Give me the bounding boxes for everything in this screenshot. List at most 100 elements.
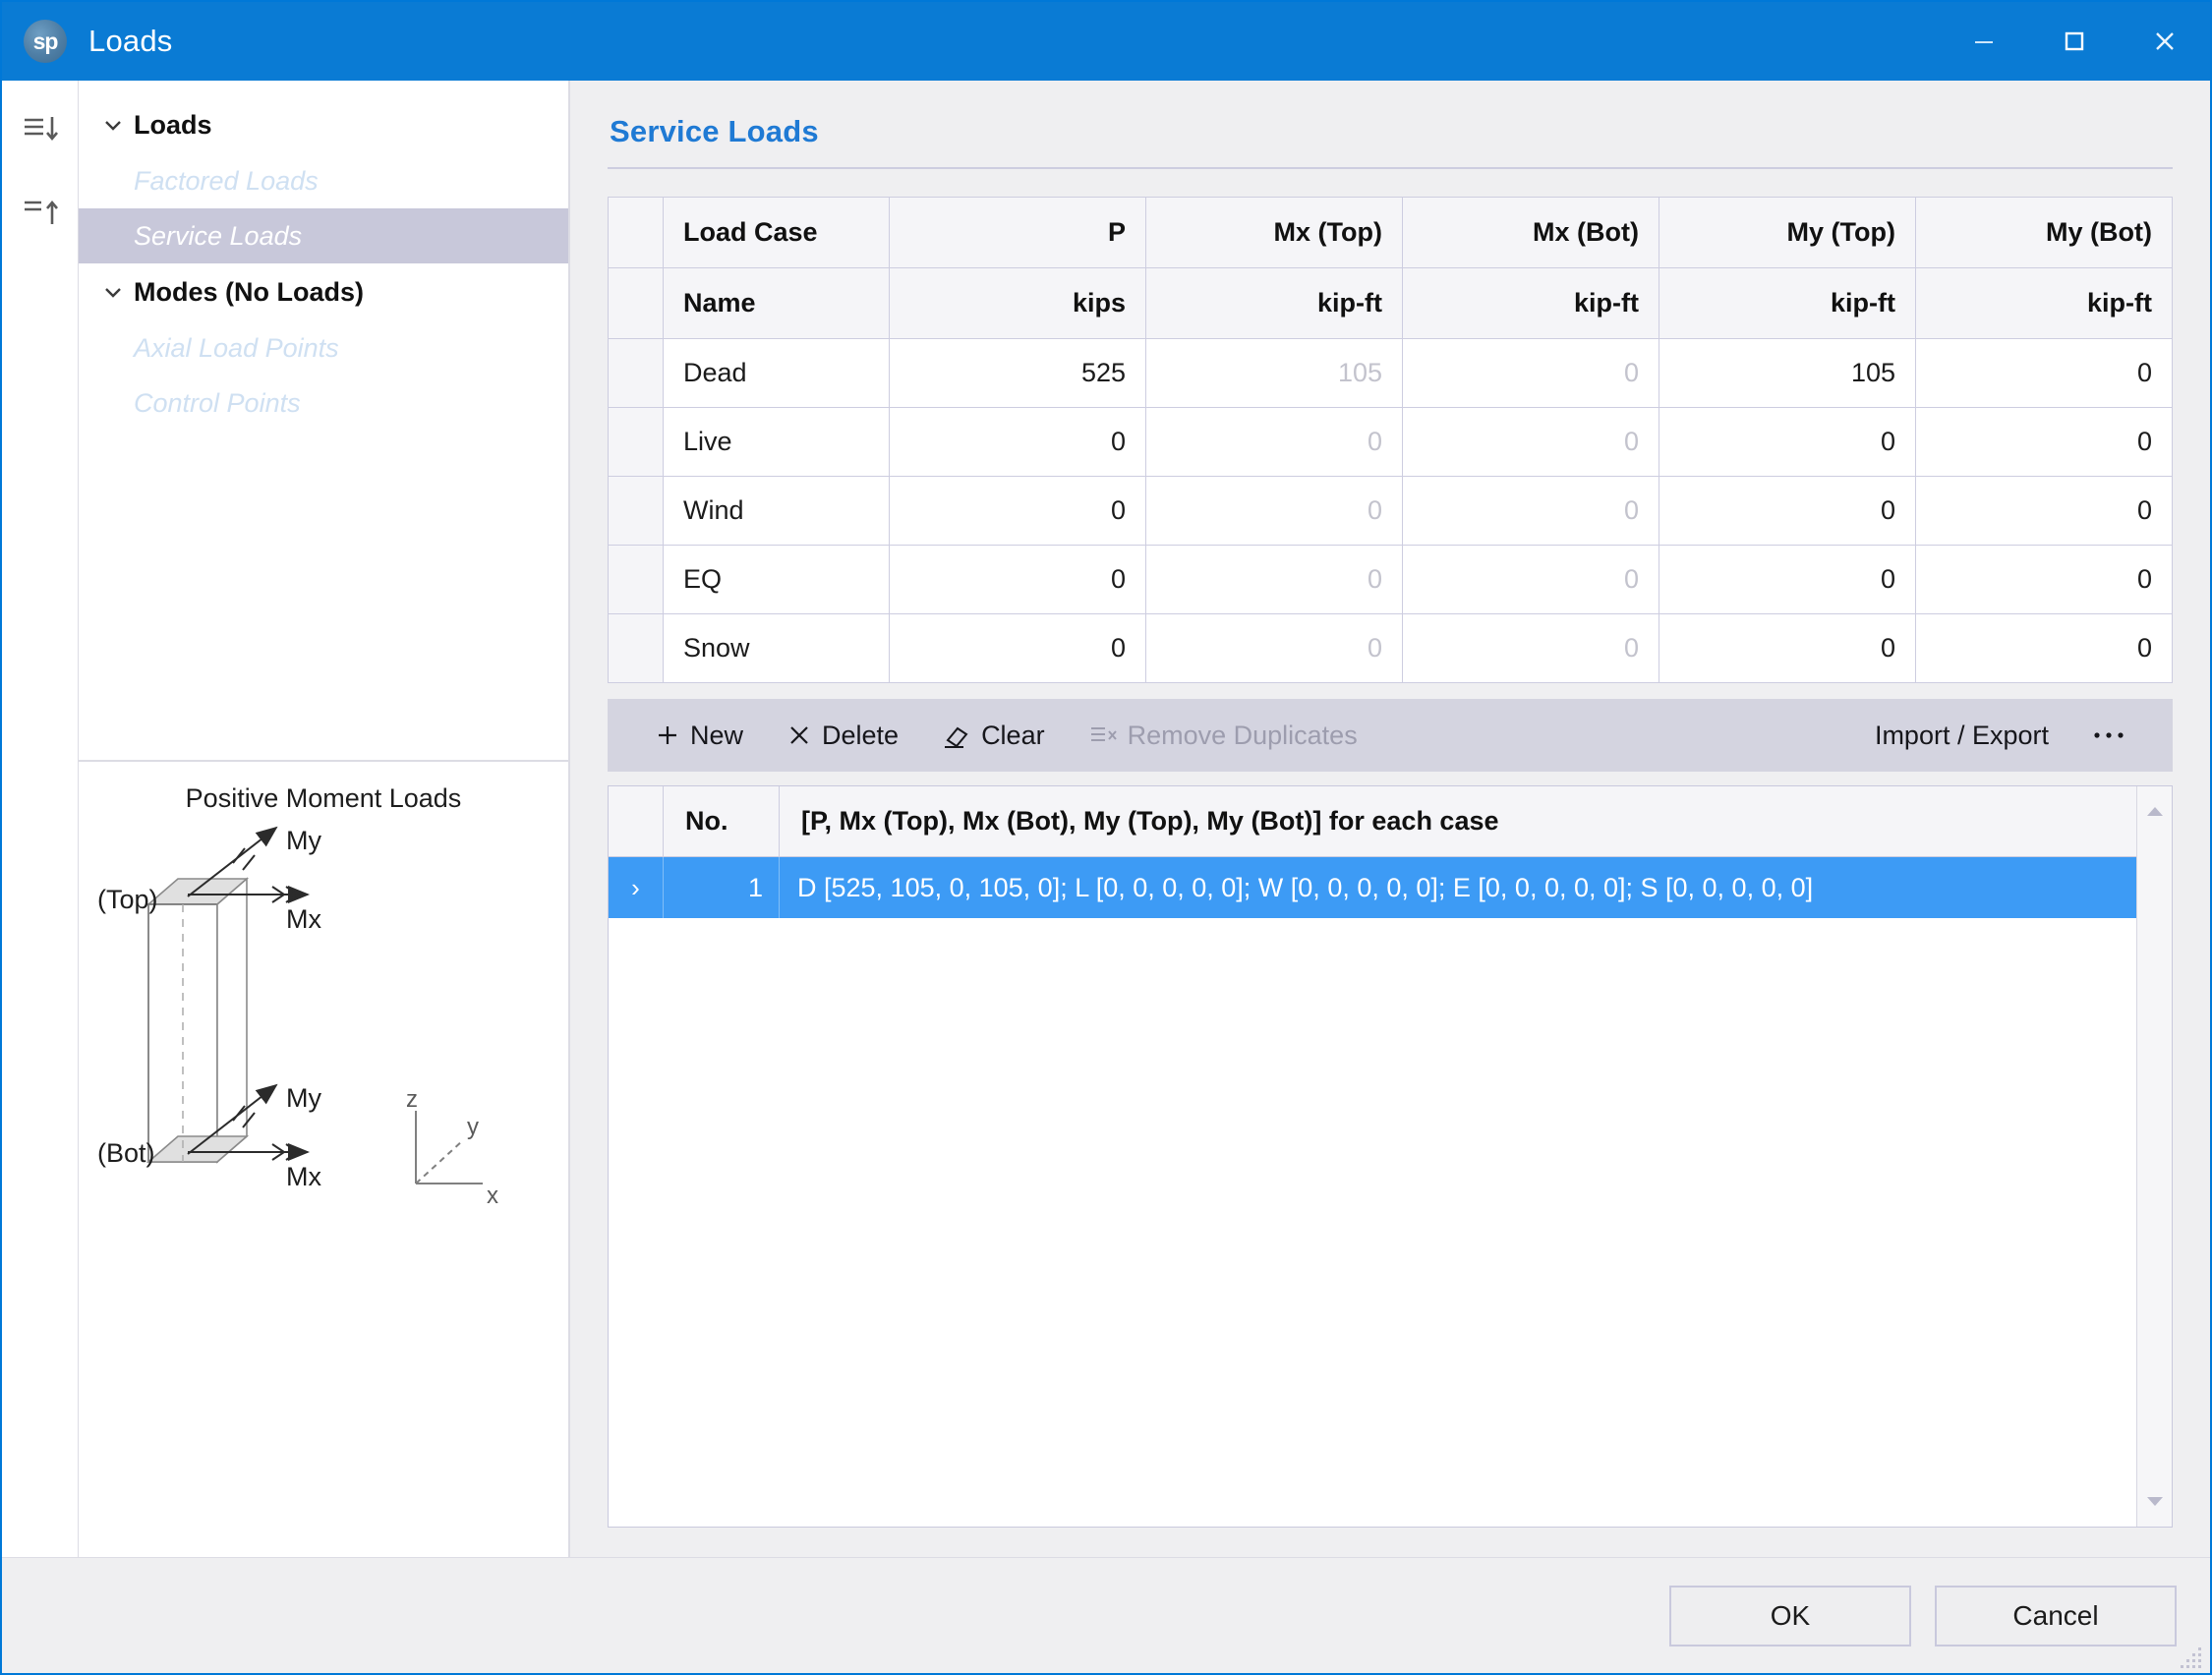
ok-button[interactable]: OK <box>1669 1585 1911 1646</box>
tree-item-label: Service Loads <box>134 220 303 251</box>
table-row[interactable]: Snow 0 0 0 0 0 <box>608 613 2173 683</box>
cell-my-top[interactable]: 0 <box>1659 476 1916 546</box>
grid-row[interactable]: › 1 D [525, 105, 0, 105, 0]; L [0, 0, 0,… <box>609 857 2172 918</box>
table-row[interactable]: Live 0 0 0 0 0 <box>608 407 2173 477</box>
tree-item-control-points[interactable]: Control Points <box>79 375 568 431</box>
diagram-label-bot: (Bot) <box>97 1138 155 1168</box>
cell-load-case-name[interactable]: Snow <box>663 613 890 683</box>
cell-my-bot[interactable]: 0 <box>1915 407 2173 477</box>
tree-item-label: Loads <box>134 109 212 140</box>
maximize-icon <box>2065 31 2084 51</box>
row-selector[interactable] <box>608 545 664 614</box>
col-header-load-case[interactable]: Load Case <box>663 197 890 268</box>
col-header-mx-top[interactable]: Mx (Top) <box>1145 197 1403 268</box>
diagram-label-top: (Top) <box>97 885 158 914</box>
cell-load-case-name[interactable]: Wind <box>663 476 890 546</box>
cancel-button[interactable]: Cancel <box>1935 1585 2177 1646</box>
axis-label-x: x <box>487 1183 498 1209</box>
cell-p[interactable]: 525 <box>889 338 1146 408</box>
chevron-down-icon[interactable] <box>92 279 134 305</box>
load-combinations-toolbar: New Delete Clear Remove Duplicates Impor… <box>608 699 2173 772</box>
remove-duplicates-button: Remove Duplicates <box>1067 705 1379 766</box>
clear-button-label: Clear <box>981 720 1045 750</box>
tree-item-modes[interactable]: Modes (No Loads) <box>79 263 568 320</box>
cell-my-top[interactable]: 0 <box>1659 613 1916 683</box>
window-controls <box>1939 2 2210 81</box>
unit-header-p: kips <box>889 267 1146 339</box>
dialog-footer: OK Cancel <box>2 1557 2210 1673</box>
grid-header-selector <box>609 786 664 856</box>
diagram-label-my-top: My <box>286 826 321 855</box>
cell-my-bot[interactable]: 0 <box>1915 545 2173 614</box>
tree-item-factored-loads[interactable]: Factored Loads <box>79 153 568 208</box>
row-selector[interactable] <box>608 476 664 546</box>
page-title: Service Loads <box>610 114 819 148</box>
grid-cell-no: 1 <box>664 857 780 918</box>
cell-p[interactable]: 0 <box>889 476 1146 546</box>
minimize-icon <box>1975 41 1993 43</box>
close-icon <box>2156 32 2174 50</box>
row-header-corner-units <box>608 267 664 339</box>
service-loads-pane: Service Loads Load Case P Mx (Top) Mx (B… <box>570 81 2210 1557</box>
col-header-p[interactable]: P <box>889 197 1146 268</box>
cell-my-bot[interactable]: 0 <box>1915 338 2173 408</box>
load-combinations-grid: No. [P, Mx (Top), Mx (Bot), My (Top), My… <box>608 785 2173 1528</box>
collapse-all-button[interactable] <box>13 185 68 240</box>
delete-button[interactable]: Delete <box>765 705 920 766</box>
col-header-mx-bot[interactable]: Mx (Bot) <box>1402 197 1659 268</box>
dialog-body: Loads Factored Loads Service Loads Modes… <box>2 81 2210 1557</box>
cell-my-bot[interactable]: 0 <box>1915 476 2173 546</box>
axis-label-z: z <box>406 1086 418 1113</box>
maximize-button[interactable] <box>2029 2 2120 81</box>
tree-item-axial-load-points[interactable]: Axial Load Points <box>79 320 568 375</box>
row-header-corner <box>608 197 664 268</box>
grid-vertical-scrollbar[interactable] <box>2136 786 2172 1527</box>
cell-p[interactable]: 0 <box>889 613 1146 683</box>
row-selector[interactable] <box>608 613 664 683</box>
positive-moment-loads-diagram: My Mx (Top) My Mx (Bot) z y x <box>97 826 498 1209</box>
table-row[interactable]: EQ 0 0 0 0 0 <box>608 545 2173 614</box>
ellipsis-icon <box>2092 729 2125 741</box>
cell-load-case-name[interactable]: Live <box>663 407 890 477</box>
scroll-down-arrow-icon[interactable] <box>2137 1487 2173 1517</box>
cell-my-top[interactable]: 0 <box>1659 545 1916 614</box>
grid-cell-description: D [525, 105, 0, 105, 0]; L [0, 0, 0, 0, … <box>797 872 1814 902</box>
cell-load-case-name[interactable]: Dead <box>663 338 890 408</box>
cell-mx-top: 0 <box>1145 476 1403 546</box>
positive-moment-diagram-panel: Positive Moment Loads My Mx (Top) My Mx … <box>79 761 569 1557</box>
table-row[interactable]: Wind 0 0 0 0 0 <box>608 476 2173 546</box>
cell-my-top[interactable]: 105 <box>1659 338 1916 408</box>
cell-p[interactable]: 0 <box>889 545 1146 614</box>
new-button[interactable]: New <box>633 705 765 766</box>
overflow-menu-button[interactable] <box>2070 705 2147 766</box>
row-selector[interactable] <box>608 407 664 477</box>
cell-my-bot[interactable]: 0 <box>1915 613 2173 683</box>
close-x-icon <box>786 722 812 748</box>
col-header-my-bot[interactable]: My (Bot) <box>1915 197 2173 268</box>
expand-all-icon <box>24 117 58 142</box>
expand-all-button[interactable] <box>13 104 68 159</box>
resize-grip-icon[interactable] <box>2179 1644 2204 1669</box>
chevron-down-icon[interactable] <box>92 112 134 138</box>
tree-item-loads[interactable]: Loads <box>79 96 568 153</box>
cell-mx-top: 0 <box>1145 613 1403 683</box>
scroll-up-arrow-icon[interactable] <box>2137 796 2173 826</box>
clear-button[interactable]: Clear <box>920 705 1067 766</box>
tree-toolbar-rail <box>2 81 79 1557</box>
cell-load-case-name[interactable]: EQ <box>663 545 890 614</box>
cell-p[interactable]: 0 <box>889 407 1146 477</box>
table-row[interactable]: Dead 525 105 0 105 0 <box>608 338 2173 408</box>
minimize-button[interactable] <box>1939 2 2029 81</box>
tree-item-service-loads[interactable]: Service Loads <box>79 208 568 263</box>
table-header-row-titles: Load Case P Mx (Top) Mx (Bot) My (Top) M… <box>608 197 2173 268</box>
grid-col-header-description[interactable]: [P, Mx (Top), Mx (Bot), My (Top), My (Bo… <box>780 786 2172 856</box>
col-header-my-top[interactable]: My (Top) <box>1659 197 1916 268</box>
import-export-button[interactable]: Import / Export <box>1853 705 2070 766</box>
grid-col-header-no[interactable]: No. <box>664 786 780 856</box>
title-bar: sp Loads <box>2 2 2210 81</box>
row-selector[interactable] <box>608 338 664 408</box>
axis-label-y: y <box>467 1114 479 1140</box>
heading-divider <box>608 167 2173 169</box>
cell-my-top[interactable]: 0 <box>1659 407 1916 477</box>
close-button[interactable] <box>2120 2 2210 81</box>
